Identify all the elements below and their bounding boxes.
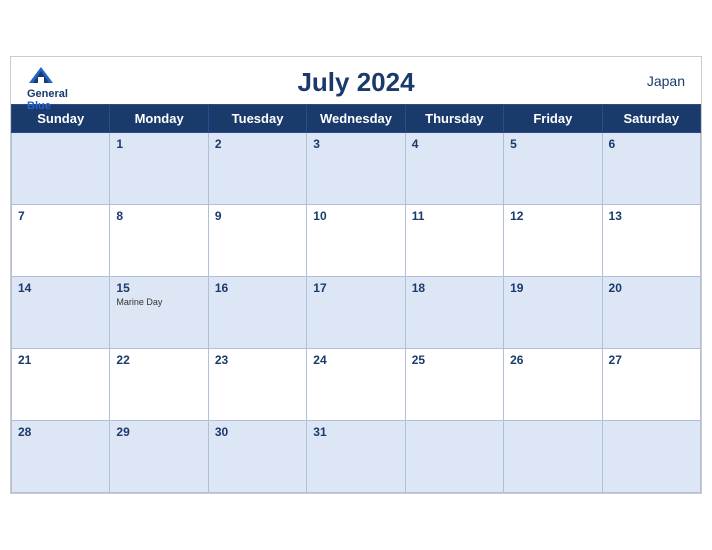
weekday-header-row: SundayMondayTuesdayWednesdayThursdayFrid…: [12, 105, 701, 133]
calendar-cell: 21: [12, 349, 110, 421]
calendar-cell: 30: [208, 421, 306, 493]
calendar-cell: 13: [602, 205, 700, 277]
calendar-cell: 3: [307, 133, 405, 205]
calendar-cell: 17: [307, 277, 405, 349]
week-row-0: 1 2 3 4 5 6: [12, 133, 701, 205]
weekday-monday: Monday: [110, 105, 208, 133]
day-number: 6: [609, 137, 616, 151]
calendar-cell: [504, 421, 602, 493]
calendar-title: July 2024: [27, 67, 685, 98]
holiday-label: Marine Day: [116, 297, 201, 307]
calendar-cell: 5: [504, 133, 602, 205]
calendar-cell: 6: [602, 133, 700, 205]
day-number: 17: [313, 281, 326, 295]
day-number: 10: [313, 209, 326, 223]
day-number: 23: [215, 353, 228, 367]
day-number: 29: [116, 425, 129, 439]
logo-blue: Blue: [27, 100, 51, 112]
day-number: 8: [116, 209, 123, 223]
day-number: 1: [116, 137, 123, 151]
weekday-friday: Friday: [504, 105, 602, 133]
calendar-cell: [12, 133, 110, 205]
day-number: 31: [313, 425, 326, 439]
day-number: 12: [510, 209, 523, 223]
calendar-cell: 1: [110, 133, 208, 205]
calendar-cell: 2: [208, 133, 306, 205]
logo-icon: [27, 65, 55, 87]
calendar-cell: 12: [504, 205, 602, 277]
day-number: 11: [412, 209, 425, 223]
day-number: 14: [18, 281, 31, 295]
calendar-cell: 8: [110, 205, 208, 277]
day-number: 16: [215, 281, 228, 295]
day-number: 18: [412, 281, 425, 295]
day-number: 13: [609, 209, 622, 223]
calendar-cell: 24: [307, 349, 405, 421]
country-label: Japan: [647, 73, 685, 89]
calendar: General Blue July 2024 Japan SundayMonda…: [10, 56, 702, 494]
calendar-cell: 14: [12, 277, 110, 349]
day-number: 4: [412, 137, 419, 151]
weekday-tuesday: Tuesday: [208, 105, 306, 133]
calendar-cell: 4: [405, 133, 503, 205]
day-number: 9: [215, 209, 222, 223]
calendar-cell: 9: [208, 205, 306, 277]
week-row-4: 28 29 30 31: [12, 421, 701, 493]
logo: General Blue: [27, 65, 68, 112]
calendar-cell: 28: [12, 421, 110, 493]
calendar-cell: 31: [307, 421, 405, 493]
calendar-cell: 25: [405, 349, 503, 421]
weekday-thursday: Thursday: [405, 105, 503, 133]
week-row-2: 14 15 Marine Day 16 17 18 19 20: [12, 277, 701, 349]
calendar-cell: 22: [110, 349, 208, 421]
calendar-cell: 15 Marine Day: [110, 277, 208, 349]
day-number: 7: [18, 209, 25, 223]
calendar-tbody: 123456789101112131415Marine Day161718192…: [12, 133, 701, 493]
day-number: 28: [18, 425, 31, 439]
calendar-cell: 10: [307, 205, 405, 277]
weekday-wednesday: Wednesday: [307, 105, 405, 133]
day-number: 2: [215, 137, 222, 151]
weekday-saturday: Saturday: [602, 105, 700, 133]
calendar-thead: SundayMondayTuesdayWednesdayThursdayFrid…: [12, 105, 701, 133]
calendar-cell: [405, 421, 503, 493]
day-number: 5: [510, 137, 517, 151]
calendar-cell: 11: [405, 205, 503, 277]
day-number: 26: [510, 353, 523, 367]
calendar-cell: 20: [602, 277, 700, 349]
day-number: 21: [18, 353, 31, 367]
calendar-header: General Blue July 2024 Japan: [11, 57, 701, 104]
calendar-cell: 26: [504, 349, 602, 421]
day-number: 3: [313, 137, 320, 151]
day-number: 22: [116, 353, 129, 367]
calendar-cell: 16: [208, 277, 306, 349]
day-number: 20: [609, 281, 622, 295]
day-number: 25: [412, 353, 425, 367]
week-row-3: 21 22 23 24 25 26 27: [12, 349, 701, 421]
calendar-cell: 18: [405, 277, 503, 349]
day-number: 24: [313, 353, 326, 367]
calendar-cell: [602, 421, 700, 493]
day-number: 30: [215, 425, 228, 439]
calendar-cell: 29: [110, 421, 208, 493]
logo-general: General: [27, 88, 68, 100]
week-row-1: 7 8 9 10 11 12 13: [12, 205, 701, 277]
day-number: 15: [116, 281, 129, 295]
day-number: 19: [510, 281, 523, 295]
calendar-cell: 23: [208, 349, 306, 421]
day-number: 27: [609, 353, 622, 367]
calendar-cell: 19: [504, 277, 602, 349]
calendar-cell: 27: [602, 349, 700, 421]
calendar-cell: 7: [12, 205, 110, 277]
calendar-table: SundayMondayTuesdayWednesdayThursdayFrid…: [11, 104, 701, 493]
